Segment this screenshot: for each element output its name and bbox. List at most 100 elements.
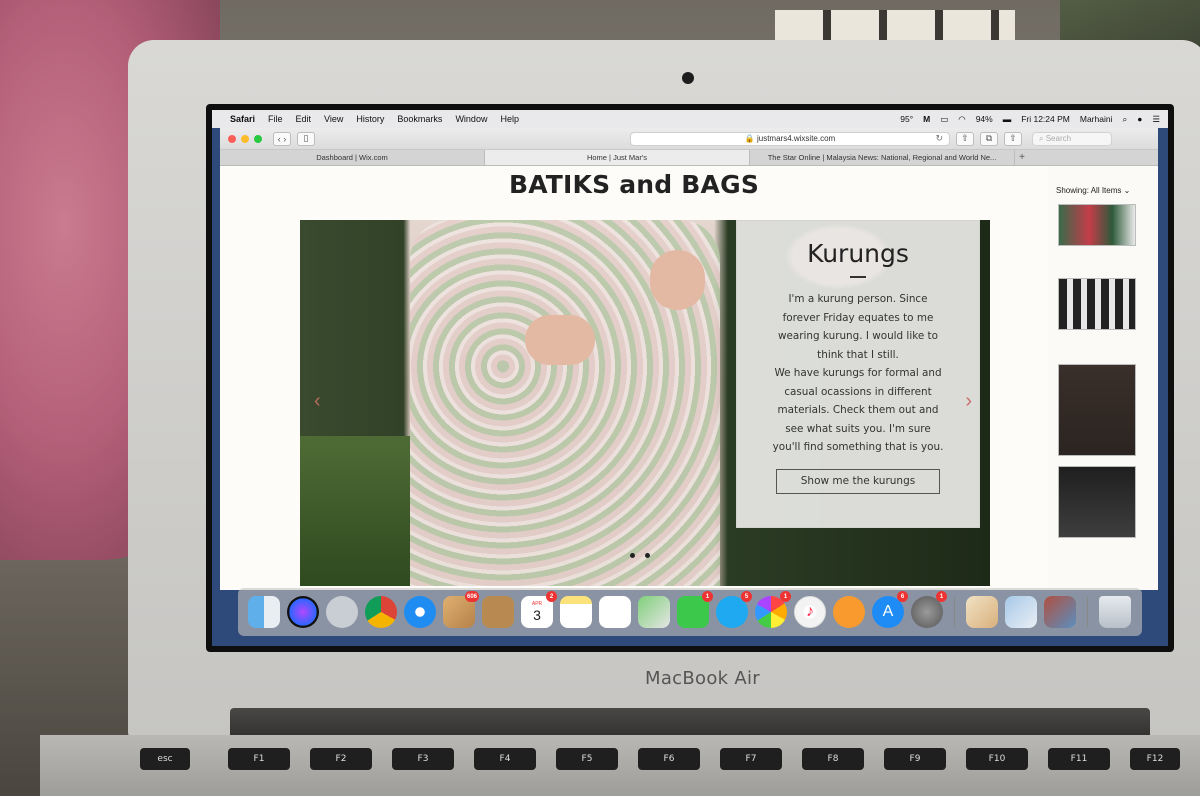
dock-separator bbox=[954, 597, 955, 627]
back-button[interactable]: ‹ › bbox=[273, 131, 291, 146]
reload-icon[interactable]: ↻ bbox=[935, 133, 943, 144]
contacts-icon[interactable] bbox=[482, 596, 514, 628]
key-f10[interactable]: F10 bbox=[966, 748, 1028, 770]
description-line: materials. Check them out and bbox=[777, 404, 939, 416]
reminders-icon[interactable] bbox=[599, 596, 631, 628]
key-f9[interactable]: F9 bbox=[884, 748, 946, 770]
product-thumbnail[interactable] bbox=[1058, 466, 1136, 538]
maps-icon[interactable] bbox=[638, 596, 670, 628]
menu-bookmarks[interactable]: Bookmarks bbox=[397, 114, 442, 124]
notification-badge: 6 bbox=[897, 591, 908, 602]
share-button[interactable]: ⇧ bbox=[956, 131, 974, 146]
key-f12[interactable]: F12 bbox=[1130, 748, 1180, 770]
calendar-icon[interactable]: APR 3 2 bbox=[521, 591, 557, 628]
slide-indicators bbox=[630, 553, 650, 558]
key-f7[interactable]: F7 bbox=[720, 748, 782, 770]
product-gallery-sidebar: Showing: All Items ⌄ bbox=[1048, 166, 1158, 590]
next-slide-arrow-icon[interactable]: › bbox=[965, 390, 972, 413]
tab-home[interactable]: Home | Just Mar's bbox=[485, 150, 750, 165]
tab-the-star[interactable]: The Star Online | Malaysia News: Nationa… bbox=[750, 150, 1015, 165]
new-tab-button[interactable]: + bbox=[1015, 150, 1029, 165]
music-icon[interactable]: ♪ bbox=[794, 596, 826, 628]
temperature-readout[interactable]: 95° bbox=[900, 114, 913, 124]
key-f2[interactable]: F2 bbox=[310, 748, 372, 770]
search-placeholder: Search bbox=[1045, 134, 1072, 143]
description-line: casual ocassions in different bbox=[784, 385, 932, 398]
webcam bbox=[682, 72, 694, 84]
siri-icon[interactable]: ● bbox=[1137, 114, 1142, 124]
airplay-icon[interactable]: ▭ bbox=[940, 114, 948, 125]
slide-dot[interactable] bbox=[630, 553, 635, 558]
wifi-icon[interactable]: ◠ bbox=[958, 114, 965, 125]
battery-percentage[interactable]: 94% bbox=[976, 114, 993, 124]
menu-file[interactable]: File bbox=[268, 114, 283, 124]
key-f8[interactable]: F8 bbox=[802, 748, 864, 770]
chevron-down-icon: ⌄ bbox=[1123, 186, 1131, 195]
menu-help[interactable]: Help bbox=[500, 114, 519, 124]
description-line: forever Friday equates to me bbox=[782, 311, 934, 324]
text-edit-icon[interactable] bbox=[966, 596, 998, 628]
status-app-icon[interactable]: M bbox=[923, 114, 930, 124]
product-thumbnail[interactable] bbox=[1058, 364, 1136, 456]
photos-app-icon[interactable]: 606 bbox=[443, 591, 479, 628]
slide-heading: Kurungs bbox=[807, 239, 909, 268]
menu-app-name[interactable]: Safari bbox=[230, 114, 255, 124]
trash-icon[interactable] bbox=[1099, 596, 1131, 628]
dock: 606 APR 3 2 1 5 1 ♪ A 6 1 bbox=[238, 588, 1142, 636]
notification-badge: 1 bbox=[780, 591, 791, 602]
key-f4[interactable]: F4 bbox=[474, 748, 536, 770]
description-line: see what suits you. I'm sure bbox=[785, 422, 931, 435]
product-thumbnail[interactable] bbox=[1058, 204, 1136, 246]
notification-badge: 1 bbox=[936, 591, 947, 602]
gallery-filter[interactable]: Showing: All Items ⌄ bbox=[1056, 186, 1130, 195]
siri-dock-icon[interactable] bbox=[287, 596, 319, 628]
web-page: BATIKS and BAGS ‹ Kurungs I'm a kurung p… bbox=[220, 166, 1048, 590]
key-f5[interactable]: F5 bbox=[556, 748, 618, 770]
sidebar-toggle-button[interactable]: ▯ bbox=[297, 131, 315, 146]
prev-slide-arrow-icon[interactable]: ‹ bbox=[314, 390, 321, 413]
show-kurungs-button[interactable]: Show me the kurungs bbox=[776, 468, 940, 494]
notification-center-icon[interactable]: ☰ bbox=[1152, 114, 1160, 125]
menu-view[interactable]: View bbox=[324, 114, 343, 124]
extension-share-button[interactable]: ⇧ bbox=[1004, 131, 1022, 146]
finder-icon[interactable] bbox=[248, 596, 280, 628]
tabs-overview-button[interactable]: ⧉ bbox=[980, 131, 998, 146]
key-f6[interactable]: F6 bbox=[638, 748, 700, 770]
description-line: I'm a kurung person. Since bbox=[788, 293, 928, 305]
calendar-date: 3 bbox=[533, 607, 541, 623]
key-f1[interactable]: F1 bbox=[228, 748, 290, 770]
menu-window[interactable]: Window bbox=[455, 114, 487, 124]
notes-icon[interactable] bbox=[560, 596, 592, 628]
photo-booth-icon[interactable] bbox=[1044, 596, 1076, 628]
menu-history[interactable]: History bbox=[356, 114, 384, 124]
lock-icon: 🔒 bbox=[744, 134, 757, 143]
minimize-window-button[interactable] bbox=[241, 134, 249, 143]
search-field[interactable]: ⌕ Search bbox=[1032, 131, 1112, 146]
user-name[interactable]: Marhaini bbox=[1080, 114, 1113, 124]
facetime-icon[interactable]: 1 bbox=[677, 591, 713, 628]
safari-icon[interactable] bbox=[404, 596, 436, 628]
app-store-icon[interactable]: A 6 bbox=[872, 591, 908, 628]
key-esc[interactable]: esc bbox=[140, 748, 190, 770]
address-bar[interactable]: 🔒 justmars4.wixsite.com ↻ bbox=[630, 131, 950, 146]
key-f11[interactable]: F11 bbox=[1048, 748, 1110, 770]
spotlight-icon[interactable]: ⌕ bbox=[1122, 114, 1127, 125]
menu-edit[interactable]: Edit bbox=[296, 114, 312, 124]
launchpad-icon[interactable] bbox=[326, 596, 358, 628]
books-icon[interactable] bbox=[833, 596, 865, 628]
photos-icon[interactable]: 1 bbox=[755, 591, 791, 628]
key-f3[interactable]: F3 bbox=[392, 748, 454, 770]
clock[interactable]: Fri 12:24 PM bbox=[1021, 114, 1070, 124]
zoom-window-button[interactable] bbox=[254, 134, 262, 143]
chrome-icon[interactable] bbox=[365, 596, 397, 628]
slide-dot[interactable] bbox=[645, 553, 650, 558]
safari-window: ‹ › ▯ 🔒 justmars4.wixsite.com ↻ ⇧ ⧉ ⇧ ⌕ … bbox=[220, 128, 1158, 590]
system-preferences-icon[interactable]: 1 bbox=[911, 591, 947, 628]
product-thumbnail[interactable] bbox=[1058, 278, 1136, 330]
tab-dashboard[interactable]: Dashboard | Wix.com bbox=[220, 150, 485, 165]
close-window-button[interactable] bbox=[228, 134, 236, 143]
preview-icon[interactable] bbox=[1005, 596, 1037, 628]
messages-icon[interactable]: 5 bbox=[716, 591, 752, 628]
slide-info-card: Kurungs I'm a kurung person. Since forev… bbox=[736, 220, 980, 528]
battery-icon: ▬ bbox=[1002, 114, 1012, 124]
